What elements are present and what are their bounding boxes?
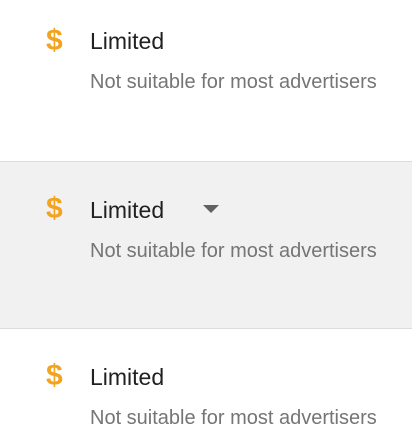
list-item-subtitle: Not suitable for most advertisers	[90, 407, 377, 429]
list-item[interactable]: $ Limited Not suitable for most advertis…	[0, 0, 412, 161]
list-item-title: Limited	[90, 28, 165, 54]
monetization-option-list: $ Limited Not suitable for most advertis…	[0, 0, 412, 438]
list-item-title: Limited	[90, 197, 165, 223]
dollar-sign-icon: $	[46, 359, 63, 392]
caret-down-icon[interactable]	[203, 205, 219, 213]
list-item-subtitle: Not suitable for most advertisers	[90, 71, 377, 93]
list-item[interactable]: $ Limited Not suitable for most advertis…	[0, 329, 412, 438]
dollar-sign-icon: $	[46, 24, 63, 57]
dollar-sign-icon: $	[46, 192, 63, 225]
list-item-title: Limited	[90, 364, 165, 390]
list-item-subtitle: Not suitable for most advertisers	[90, 240, 377, 262]
list-item-selected[interactable]: $ Limited Not suitable for most advertis…	[0, 161, 412, 329]
